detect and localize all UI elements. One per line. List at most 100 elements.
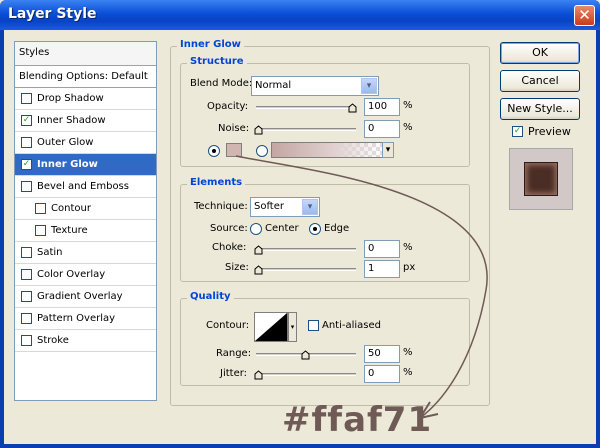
style-item-outer-glow[interactable]: Outer Glow xyxy=(15,132,156,154)
style-item-label: Inner Glow xyxy=(37,159,98,170)
choke-slider-handle[interactable] xyxy=(254,245,263,255)
style-item-label: Color Overlay xyxy=(37,269,106,280)
style-item-bevel-emboss[interactable]: Bevel and Emboss xyxy=(15,176,156,198)
style-item-pattern-overlay[interactable]: Pattern Overlay xyxy=(15,308,156,330)
source-label: Source: xyxy=(210,223,248,234)
noise-input[interactable]: 0 xyxy=(364,120,400,138)
style-item-color-overlay[interactable]: Color Overlay xyxy=(15,264,156,286)
preview-label: Preview xyxy=(528,125,571,138)
gradient-radio[interactable] xyxy=(256,145,268,157)
blending-options-item[interactable]: Blending Options: Default xyxy=(15,66,156,88)
style-item-label: Texture xyxy=(51,225,88,236)
style-item-stroke[interactable]: Stroke xyxy=(15,330,156,352)
gradient-dropdown[interactable]: ▾ xyxy=(382,142,394,158)
styles-list: Styles Blending Options: Default Drop Sh… xyxy=(14,41,157,401)
style-item-label: Drop Shadow xyxy=(37,93,104,104)
jitter-slider[interactable] xyxy=(256,373,356,376)
style-item-texture[interactable]: Texture xyxy=(15,220,156,242)
chevron-down-icon: ▾ xyxy=(361,78,377,94)
quality-title: Quality xyxy=(187,291,234,302)
close-icon[interactable]: ✕ xyxy=(574,5,595,26)
drop-shadow-checkbox[interactable] xyxy=(21,93,32,104)
preview-swatch xyxy=(524,162,558,196)
opacity-unit: % xyxy=(403,100,413,111)
source-edge-radio[interactable] xyxy=(309,223,321,235)
size-slider-handle[interactable] xyxy=(254,265,263,275)
range-input[interactable]: 50 xyxy=(364,345,400,363)
gradient-overlay-checkbox[interactable] xyxy=(21,291,32,302)
opacity-slider[interactable] xyxy=(256,106,356,109)
opacity-slider-handle[interactable] xyxy=(348,103,357,113)
color-annotation: #ffaf71 xyxy=(282,400,433,440)
new-style-button[interactable]: New Style... xyxy=(500,98,580,120)
anti-aliased-checkbox[interactable] xyxy=(308,320,319,331)
style-item-inner-shadow[interactable]: ✓ Inner Shadow xyxy=(15,110,156,132)
pattern-overlay-checkbox[interactable] xyxy=(21,313,32,324)
style-item-label: Satin xyxy=(37,247,63,258)
blend-mode-select[interactable]: Normal ▾ xyxy=(251,76,379,96)
style-item-contour[interactable]: Contour xyxy=(15,198,156,220)
noise-unit: % xyxy=(403,122,413,133)
technique-select[interactable]: Softer ▾ xyxy=(250,197,320,217)
layer-style-dialog: Layer Style ✕ Styles Blending Options: D… xyxy=(0,0,600,448)
blend-mode-value: Normal xyxy=(255,80,292,91)
blend-mode-label: Blend Mode: xyxy=(190,78,253,89)
noise-slider[interactable] xyxy=(256,128,356,131)
texture-checkbox[interactable] xyxy=(35,225,46,236)
dialog-body: Styles Blending Options: Default Drop Sh… xyxy=(4,30,596,444)
style-item-label: Inner Shadow xyxy=(37,115,106,126)
source-center-radio[interactable] xyxy=(250,223,262,235)
jitter-slider-handle[interactable] xyxy=(254,370,263,380)
jitter-label: Jitter: xyxy=(220,368,248,379)
contour-dropdown[interactable]: ▾ xyxy=(288,312,297,342)
style-item-gradient-overlay[interactable]: Gradient Overlay xyxy=(15,286,156,308)
opacity-label: Opacity: xyxy=(207,101,249,112)
style-item-satin[interactable]: Satin xyxy=(15,242,156,264)
source-center-label: Center xyxy=(265,223,299,234)
noise-label: Noise: xyxy=(218,123,250,134)
style-item-label: Gradient Overlay xyxy=(37,291,123,302)
style-item-inner-glow[interactable]: ✓ Inner Glow xyxy=(15,154,156,176)
satin-checkbox[interactable] xyxy=(21,247,32,258)
jitter-input[interactable]: 0 xyxy=(364,365,400,383)
opacity-input[interactable]: 100 xyxy=(364,98,400,116)
contour-curve-icon xyxy=(255,313,287,341)
stroke-checkbox[interactable] xyxy=(21,335,32,346)
technique-label: Technique: xyxy=(194,201,248,212)
noise-slider-handle[interactable] xyxy=(254,125,263,135)
size-unit: px xyxy=(403,262,416,273)
contour-checkbox[interactable] xyxy=(35,203,46,214)
range-unit: % xyxy=(403,347,413,358)
style-item-label: Stroke xyxy=(37,335,69,346)
outer-glow-checkbox[interactable] xyxy=(21,137,32,148)
inner-glow-checkbox[interactable]: ✓ xyxy=(21,159,32,170)
color-overlay-checkbox[interactable] xyxy=(21,269,32,280)
glow-color-swatch[interactable] xyxy=(226,143,242,157)
technique-value: Softer xyxy=(254,201,284,212)
choke-unit: % xyxy=(403,242,413,253)
choke-input[interactable]: 0 xyxy=(364,240,400,258)
window-title: Layer Style xyxy=(8,6,97,22)
styles-header[interactable]: Styles xyxy=(15,42,156,66)
range-slider-handle[interactable] xyxy=(301,350,310,360)
glow-gradient-picker[interactable] xyxy=(271,142,383,158)
size-input[interactable]: 1 xyxy=(364,260,400,278)
style-item-drop-shadow[interactable]: Drop Shadow xyxy=(15,88,156,110)
contour-label: Contour: xyxy=(206,320,250,331)
contour-picker[interactable] xyxy=(254,312,288,342)
bevel-emboss-checkbox[interactable] xyxy=(21,181,32,192)
range-label: Range: xyxy=(216,348,252,359)
chevron-down-icon: ▾ xyxy=(302,199,318,215)
solid-color-radio[interactable] xyxy=(208,145,220,157)
style-item-label: Bevel and Emboss xyxy=(37,181,129,192)
choke-label: Choke: xyxy=(212,242,247,253)
cancel-button[interactable]: Cancel xyxy=(500,70,580,92)
preview-checkbox[interactable]: ✓ xyxy=(512,126,523,137)
ok-button[interactable]: OK xyxy=(500,42,580,64)
chevron-down-icon: ▾ xyxy=(383,143,393,157)
style-preview-thumbnail xyxy=(509,148,573,210)
inner-shadow-checkbox[interactable]: ✓ xyxy=(21,115,32,126)
inner-glow-title: Inner Glow xyxy=(177,39,244,50)
size-slider[interactable] xyxy=(256,268,356,271)
choke-slider[interactable] xyxy=(256,248,356,251)
